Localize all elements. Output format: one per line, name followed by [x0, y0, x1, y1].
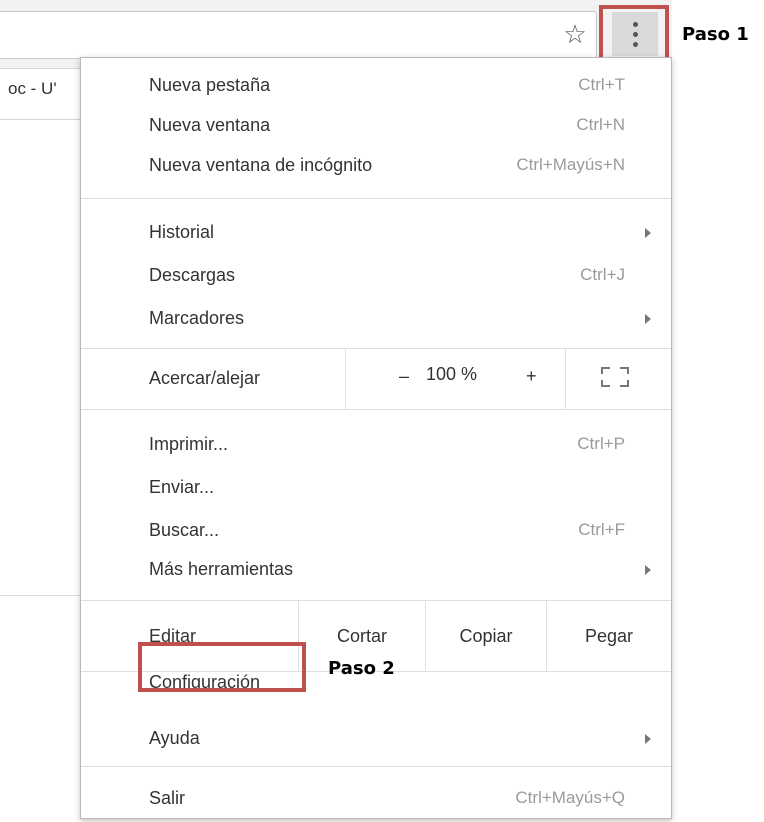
menu-item-incognito[interactable]: Nueva ventana de incógnito Ctrl+Mayús+N	[81, 145, 671, 185]
menu-item-label: Salir	[149, 788, 186, 808]
menu-item-label: Nueva ventana	[149, 115, 271, 135]
zoom-divider	[565, 349, 566, 409]
menu-item-new-tab[interactable]: Nueva pestaña Ctrl+T	[81, 65, 671, 105]
shortcut-label: Ctrl+F	[578, 520, 625, 539]
step2-highlight-box	[138, 642, 306, 692]
star-icon[interactable]: ☆	[562, 21, 588, 47]
shortcut-label: Ctrl+J	[580, 265, 625, 284]
submenu-arrow-icon	[645, 228, 651, 238]
step2-callout: Paso 2	[328, 658, 395, 679]
menu-item-downloads[interactable]: Descargas Ctrl+J	[81, 255, 671, 295]
menu-item-label: Historial	[149, 222, 215, 242]
menu-item-label: Ayuda	[149, 728, 200, 748]
menu-item-new-window[interactable]: Nueva ventana Ctrl+N	[81, 105, 671, 145]
menu-item-label: Buscar...	[149, 520, 220, 540]
chrome-dropdown-menu: Nueva pestaña Ctrl+T Nueva ventana Ctrl+…	[80, 57, 672, 819]
address-bar[interactable]	[0, 11, 597, 59]
shortcut-label: Ctrl+P	[577, 434, 625, 453]
menu-item-help[interactable]: Ayuda	[81, 718, 671, 758]
fullscreen-icon[interactable]	[601, 367, 629, 387]
menu-item-zoom: Acercar/alejar	[81, 358, 671, 398]
step1-highlight-box	[599, 5, 669, 62]
zoom-divider	[345, 349, 346, 409]
menu-separator	[81, 198, 671, 199]
submenu-arrow-icon	[645, 314, 651, 324]
shortcut-label: Ctrl+Mayús+Q	[515, 788, 625, 807]
menu-item-find[interactable]: Buscar... Ctrl+F	[81, 510, 671, 550]
shortcut-label: Ctrl+N	[576, 115, 625, 134]
menu-item-label: Más herramientas	[149, 559, 294, 579]
zoom-in-button[interactable]: +	[526, 366, 537, 387]
submenu-arrow-icon	[645, 565, 651, 575]
menu-item-label: Nueva ventana de incógnito	[149, 155, 373, 175]
menu-item-print[interactable]: Imprimir... Ctrl+P	[81, 424, 671, 464]
menu-item-label: Marcadores	[149, 308, 245, 328]
menu-item-bookmarks[interactable]: Marcadores	[81, 298, 671, 338]
menu-separator	[81, 766, 671, 767]
menu-item-label: Descargas	[149, 265, 236, 285]
menu-item-cast[interactable]: Enviar...	[81, 467, 671, 507]
step1-callout: Paso 1	[682, 24, 749, 45]
shortcut-label: Ctrl+T	[578, 75, 625, 94]
paste-button[interactable]: Pegar	[547, 601, 671, 671]
menu-item-history[interactable]: Historial	[81, 212, 671, 252]
page-divider	[0, 595, 80, 596]
menu-separator	[81, 409, 671, 410]
submenu-arrow-icon	[645, 734, 651, 744]
zoom-level-value: 100 %	[426, 364, 478, 384]
menu-item-label: Acercar/alejar	[149, 368, 261, 388]
shortcut-label: Ctrl+Mayús+N	[516, 155, 625, 174]
copy-button[interactable]: Copiar	[426, 601, 546, 671]
menu-item-more-tools[interactable]: Más herramientas	[81, 549, 671, 589]
menu-item-label: Nueva pestaña	[149, 75, 271, 95]
menu-separator	[81, 348, 671, 349]
zoom-out-button[interactable]: –	[399, 366, 409, 387]
menu-item-exit[interactable]: Salir Ctrl+Mayús+Q	[81, 778, 671, 818]
menu-item-label: Imprimir...	[149, 434, 228, 454]
menu-item-label: Enviar...	[149, 477, 215, 497]
page-tab-label[interactable]: oc - U'	[8, 79, 57, 99]
